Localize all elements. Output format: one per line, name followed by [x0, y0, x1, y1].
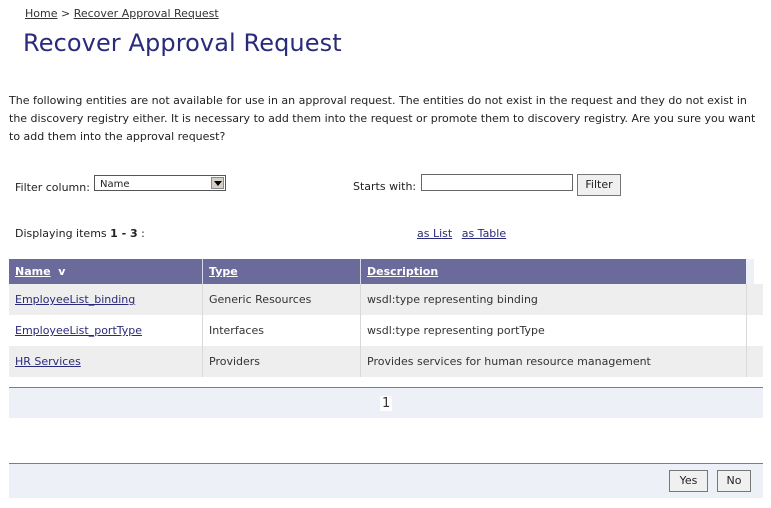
- displaying-suffix: :: [137, 227, 145, 240]
- row-end: [746, 315, 763, 346]
- filter-column-select[interactable]: Name: [94, 175, 226, 191]
- type-column-header[interactable]: Type: [202, 259, 360, 284]
- table-row: EmployeeList_portType Interfaces wsdl:ty…: [9, 315, 763, 346]
- no-button[interactable]: No: [717, 470, 751, 492]
- description-cell: wsdl:type representing binding: [360, 284, 746, 315]
- row-end: [746, 346, 763, 377]
- intro-text: The following entities are not available…: [9, 94, 756, 143]
- type-cell: Interfaces: [202, 315, 360, 346]
- description-cell: Provides services for human resource man…: [360, 346, 746, 377]
- view-links: as List as Table: [417, 227, 512, 240]
- starts-with-input[interactable]: [421, 174, 573, 191]
- name-cell: EmployeeList_portType: [9, 315, 202, 346]
- description-sort-link[interactable]: Description: [367, 265, 438, 278]
- row-end: [746, 284, 763, 315]
- starts-with-label: Starts with:: [353, 180, 417, 193]
- table-header: Name v Type Description: [9, 259, 754, 284]
- pagination-bar: 1: [9, 387, 763, 418]
- type-sort-link[interactable]: Type: [209, 265, 238, 278]
- as-table-link[interactable]: as Table: [462, 227, 506, 240]
- name-cell: HR Services: [9, 346, 202, 377]
- breadcrumb-home-link[interactable]: Home: [25, 7, 57, 20]
- name-sort-link[interactable]: Name: [15, 265, 51, 278]
- action-bar: [9, 463, 763, 498]
- name-cell: EmployeeList_binding: [9, 284, 202, 315]
- type-cell: Providers: [202, 346, 360, 377]
- filter-button[interactable]: Filter: [577, 174, 621, 196]
- entity-link[interactable]: HR Services: [15, 355, 81, 368]
- breadcrumb-separator: >: [60, 7, 71, 20]
- description-cell: wsdl:type representing portType: [360, 315, 746, 346]
- as-list-link[interactable]: as List: [417, 227, 452, 240]
- displaying-range: 1 - 3: [110, 227, 138, 240]
- breadcrumb: Home > Recover Approval Request: [25, 7, 219, 20]
- entity-link[interactable]: EmployeeList_binding: [15, 293, 135, 306]
- page-title: Recover Approval Request: [23, 29, 342, 57]
- table-row: HR Services Providers Provides services …: [9, 346, 763, 377]
- entity-link[interactable]: EmployeeList_portType: [15, 324, 142, 337]
- displaying-prefix: Displaying items: [15, 227, 111, 240]
- displaying-items: Displaying items 1 - 3 :: [15, 227, 145, 240]
- current-page-number: 1: [380, 396, 393, 411]
- chevron-down-icon[interactable]: [211, 177, 224, 189]
- breadcrumb-current-link[interactable]: Recover Approval Request: [74, 7, 219, 20]
- filter-column-label: Filter column:: [15, 181, 90, 194]
- table-row: EmployeeList_binding Generic Resources w…: [9, 284, 763, 315]
- yes-button[interactable]: Yes: [669, 470, 708, 492]
- name-column-header[interactable]: Name v: [9, 259, 202, 284]
- filter-column-value: Name: [100, 179, 130, 190]
- sort-descending-icon[interactable]: v: [58, 265, 65, 278]
- type-cell: Generic Resources: [202, 284, 360, 315]
- description-column-header[interactable]: Description: [360, 259, 746, 284]
- results-table: Name v Type Description EmployeeList_bin…: [9, 259, 763, 377]
